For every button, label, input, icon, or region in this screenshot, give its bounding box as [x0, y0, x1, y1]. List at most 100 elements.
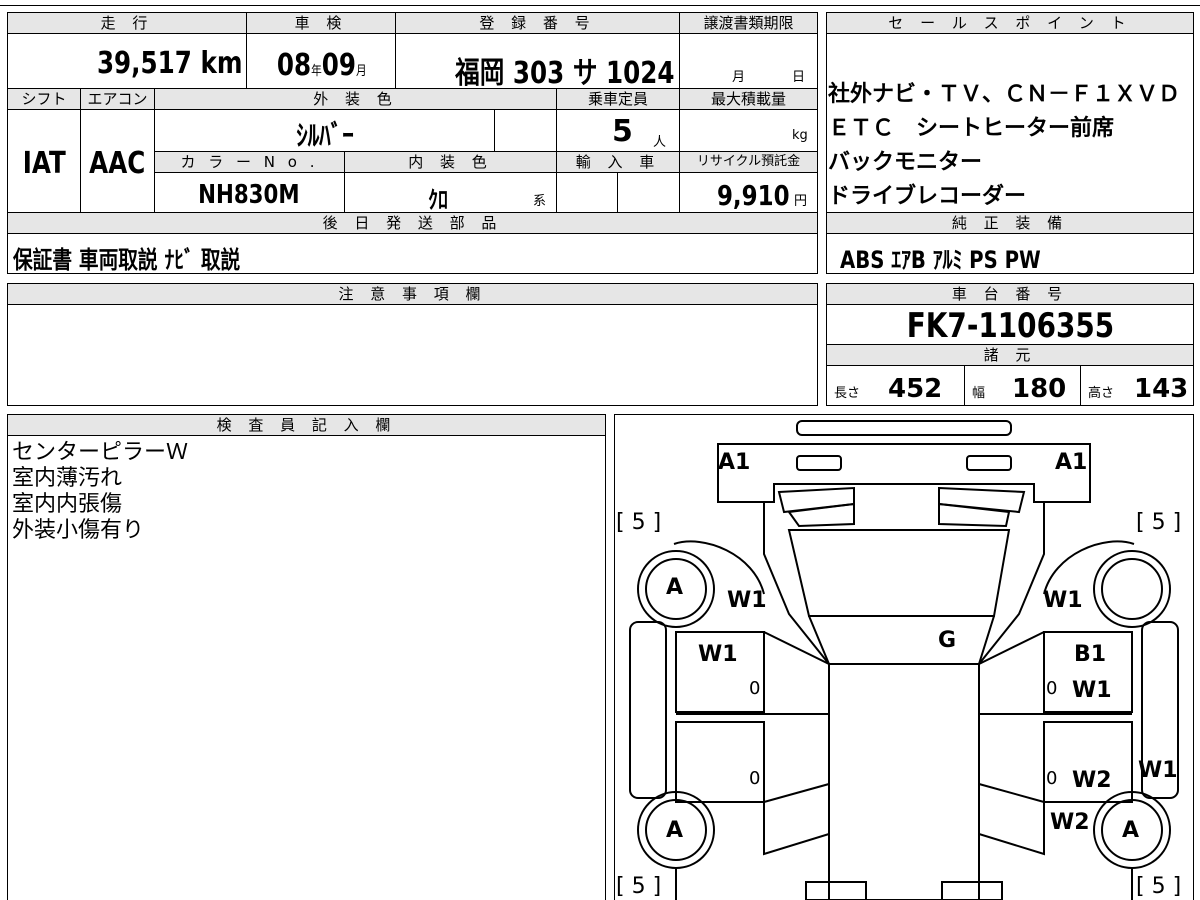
caution-header: 注 意 事 項 欄	[7, 283, 818, 305]
divider	[679, 12, 680, 89]
color-no-text: NH830M	[198, 180, 300, 210]
recycle-header: リサイクル預託金	[679, 151, 818, 173]
divider	[154, 88, 155, 212]
roof-shape	[828, 663, 980, 900]
front-bumper-shape	[796, 420, 1012, 436]
interior-color-text: ｸﾛ	[428, 186, 448, 214]
registration-number: 福岡 303 サ 1024	[400, 48, 674, 92]
zero-mark: 0	[749, 678, 761, 699]
quarter-right-w2: W2	[1050, 810, 1090, 835]
door-front-right-w1: W1	[1072, 678, 1112, 703]
inspector-note: 室内内張傷	[12, 492, 123, 517]
divider	[556, 88, 557, 212]
mileage-header: 走 行	[7, 12, 247, 34]
fender-left-shape	[673, 540, 765, 595]
chassis-number: FK7-1106355	[826, 306, 1194, 346]
windshield-shape	[787, 529, 1011, 617]
length-value: 452	[888, 374, 943, 404]
sales-points-list: 社外ナビ・ＴＶ、ＣＮ－Ｆ１ＸＶＤ ＥＴＣ シートヒーター前席 バックモニター ド…	[828, 78, 1192, 214]
exterior-color-text: ｼﾙﾊﾞｰ	[296, 119, 354, 152]
top-strip-line	[0, 5, 1200, 6]
height-value: 143	[1134, 374, 1189, 404]
sales-point-item: ドライブレコーダー	[828, 184, 1027, 209]
chassis-header: 車 台 番 号	[826, 283, 1194, 305]
door-rear-right-w2: W2	[1072, 768, 1112, 793]
body-right-shape	[978, 502, 1045, 900]
color-no-header: カ ラ ー N o .	[154, 151, 345, 173]
inspection-header: 車 検	[246, 12, 396, 34]
pillar-right-shape	[978, 631, 1045, 665]
exterior-color-value: ｼﾙﾊﾞｰ	[160, 114, 490, 154]
later-parts-text: 保証書 車両取説 ﾅﾋﾞ 取説	[13, 246, 241, 274]
shift-header: シフト	[7, 88, 81, 110]
taillight-left-shape	[805, 881, 867, 900]
max-load-header: 最大積載量	[679, 88, 818, 110]
tread-rear-left: [ 5 ]	[616, 874, 662, 899]
divider	[80, 88, 81, 212]
tread-rear-right: [ 5 ]	[1136, 874, 1182, 899]
recycle-value: 9,910	[684, 179, 790, 212]
sill-left-shape	[629, 621, 667, 799]
front-panel-shape	[717, 443, 1091, 503]
pillar-left-shape	[763, 631, 830, 665]
shift-text: IAT	[22, 146, 66, 181]
inspection-year: 08	[277, 48, 312, 83]
inspector-note: 室内薄汚れ	[12, 466, 123, 491]
taillight-right-shape	[941, 881, 1003, 900]
damage-front-left-a1: A1	[718, 450, 751, 475]
fender-right-mark: W1	[1043, 588, 1083, 613]
side-right-w1: W1	[1138, 758, 1178, 783]
capacity-header: 乗車定員	[556, 88, 680, 110]
genuine-equipment-header: 純 正 装 備	[826, 212, 1194, 234]
transfer-deadline-header: 譲渡書類期限	[679, 12, 818, 34]
exterior-color-header: 外 装 色	[154, 88, 557, 110]
mileage-value: 39,517	[96, 46, 192, 81]
height-label: 高さ	[1088, 386, 1115, 401]
genuine-equipment-value: ABS ｴｱB ｱﾙﾐ PS PW	[840, 240, 1085, 275]
headlight-left-shape	[796, 455, 842, 471]
genuine-equipment-text: ABS ｴｱB ｱﾙﾐ PS PW	[840, 246, 1041, 274]
quarter-right-shape	[978, 782, 1045, 856]
recycle-unit: 円	[794, 194, 808, 209]
door-rear-left-shape	[675, 721, 765, 803]
mileage-cell: 39,517 km	[20, 46, 242, 81]
grille-left-inner-shape	[787, 502, 855, 528]
divider	[395, 12, 396, 89]
tread-front-left: [ 5 ]	[616, 510, 662, 535]
grille-right-inner-shape	[938, 502, 1011, 528]
length-label: 長さ	[834, 386, 861, 401]
wheel-rear-left-mark: A	[666, 818, 684, 843]
year-unit: 年	[311, 64, 322, 79]
zero-mark: 0	[749, 768, 761, 789]
deadline-month: 月	[732, 70, 746, 85]
recycle-text: 9,910	[717, 179, 790, 212]
interior-color-value: ｸﾛ	[348, 180, 528, 215]
damage-front-right-a1: A1	[1055, 450, 1088, 475]
import-header: 輸 入 車	[556, 151, 680, 173]
registration-header: 登 録 番 号	[395, 12, 680, 34]
divider	[344, 151, 345, 212]
later-parts-header: 後 日 発 送 部 品	[7, 212, 818, 234]
interior-color-header: 内 装 色	[344, 151, 557, 173]
zero-mark: 0	[1046, 768, 1058, 789]
divider	[679, 88, 680, 212]
door-front-left-mark: W1	[698, 642, 738, 667]
registration-text: 福岡 303 サ 1024	[454, 56, 674, 91]
deadline-day: 日	[792, 70, 806, 85]
interior-suffix: 系	[533, 194, 547, 209]
quarter-left-shape	[763, 782, 830, 856]
width-value: 180	[1012, 374, 1067, 404]
divider	[964, 366, 965, 406]
zero-mark: 0	[1046, 678, 1058, 699]
sales-points-header: セ ー ル ス ポ イ ン ト	[826, 12, 1194, 34]
divider	[494, 110, 495, 151]
inspector-notes-header: 検 査 員 記 入 欄	[7, 414, 606, 436]
aircon-value: AAC	[82, 146, 152, 181]
divider	[246, 12, 247, 89]
month-unit: 月	[356, 64, 367, 79]
tread-front-right: [ 5 ]	[1136, 510, 1182, 535]
inspector-note: センターピラーＷ	[12, 440, 189, 465]
specs-header: 諸 元	[826, 344, 1194, 366]
capacity-value: 5	[612, 114, 633, 149]
headlight-right-shape	[966, 455, 1012, 471]
